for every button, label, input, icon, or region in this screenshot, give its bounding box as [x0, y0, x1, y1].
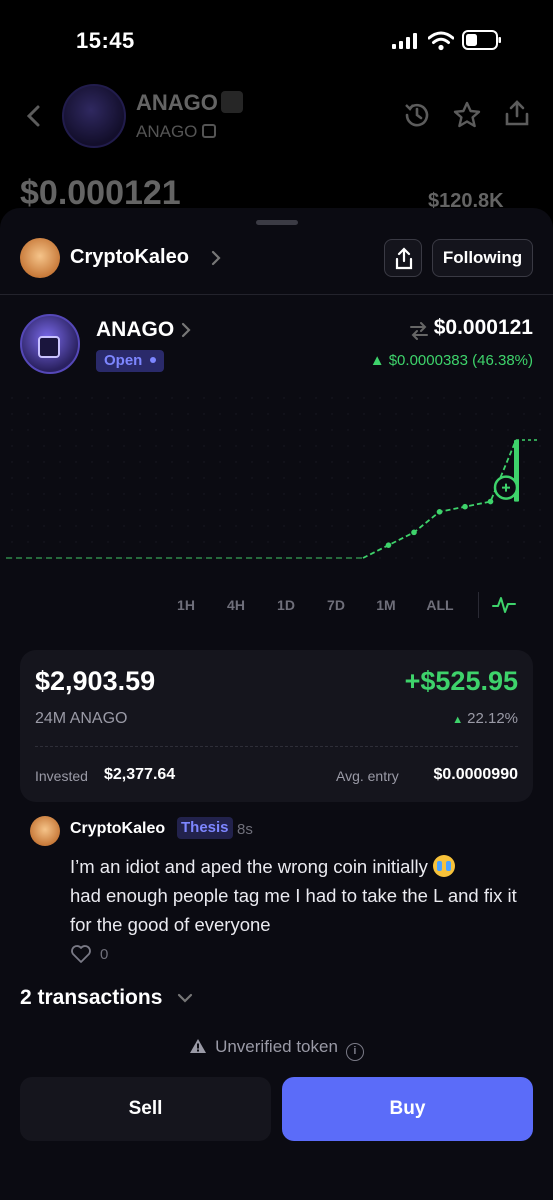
range-1d[interactable]: 1D: [268, 590, 304, 620]
following-button[interactable]: Following: [432, 239, 533, 277]
background-token-header: ANAGO ANAGO $0.000121 $120.8K: [0, 80, 553, 212]
comment-text: I’m an idiot and aped the wrong coin ini…: [70, 855, 517, 935]
position-pnl: +$525.95: [404, 666, 518, 696]
token-ticker: ANAGO: [136, 122, 198, 141]
wifi-icon: [428, 31, 454, 51]
sheet-handle[interactable]: [256, 220, 298, 225]
range-7d[interactable]: 7D: [318, 590, 354, 620]
token-avatar: [62, 84, 126, 148]
token-avatar[interactable]: [20, 314, 80, 374]
unverified-label: Unverified token: [215, 1037, 338, 1056]
token-badge-icon: [221, 91, 243, 113]
time-range-selector: 1H 4H 1D 7D 1M ALL: [168, 590, 538, 620]
transactions-label: 2 transactions: [20, 986, 163, 1009]
battery-icon: [462, 30, 501, 50]
poster-name[interactable]: CryptoKaleo: [70, 246, 189, 269]
chart-point: [462, 503, 468, 510]
history-icon[interactable]: [402, 100, 432, 130]
divider: [0, 294, 553, 295]
position-value: $2,903.59: [35, 666, 156, 696]
chart-type-icon[interactable]: [492, 594, 516, 616]
price-chart[interactable]: [0, 388, 553, 588]
comment-time: 8s: [237, 821, 253, 838]
chart-grid: [11, 397, 541, 559]
unverified-notice: Unverified token i: [0, 1037, 553, 1061]
invested-label: Invested: [35, 768, 88, 784]
share-icon[interactable]: [502, 98, 532, 128]
share-icon: [395, 247, 413, 270]
divider: [35, 746, 518, 747]
position-sheet: CryptoKaleo Following ANAGO Open $0.0001…: [0, 208, 553, 1200]
buy-button[interactable]: Buy: [282, 1077, 533, 1141]
status-bar: 15:45: [0, 0, 553, 80]
token-name[interactable]: ANAGO: [96, 318, 174, 342]
position-quantity: 24M ANAGO: [35, 710, 128, 727]
like-count: 0: [100, 946, 109, 963]
range-4h[interactable]: 4H: [218, 590, 254, 620]
range-1m[interactable]: 1M: [368, 590, 404, 620]
thesis-comment: CryptoKaleo Thesis 8s I’m an idiot and a…: [30, 816, 530, 966]
arrow-up-icon: ▲: [452, 714, 464, 726]
token-price: $0.000121: [433, 316, 533, 339]
back-chevron-icon[interactable]: [24, 104, 44, 128]
comment-author[interactable]: CryptoKaleo: [70, 820, 165, 838]
warning-icon: [190, 1039, 207, 1053]
range-1h[interactable]: 1H: [168, 590, 204, 620]
status-badge: Open: [96, 350, 165, 372]
position-pnl-percent: ▲ 22.12%: [452, 710, 518, 727]
heart-icon[interactable]: [70, 944, 92, 964]
chart-point: [411, 529, 417, 536]
sell-button[interactable]: Sell: [20, 1077, 271, 1141]
star-icon[interactable]: [452, 100, 482, 130]
cellular-signal-icon: [392, 33, 417, 49]
chevron-right-icon: [211, 250, 221, 266]
info-icon[interactable]: i: [345, 1043, 364, 1061]
avg-entry-value: $0.0000990: [433, 766, 518, 783]
author-avatar[interactable]: [30, 816, 60, 846]
chart-point: [487, 498, 494, 505]
poster-row: CryptoKaleo Following: [20, 236, 533, 280]
avg-entry-label: Avg. entry: [336, 768, 399, 784]
thesis-badge: Thesis: [177, 817, 233, 839]
share-button[interactable]: [384, 239, 422, 277]
transactions-toggle[interactable]: 2 transactions: [20, 986, 193, 1014]
poster-avatar[interactable]: [20, 238, 60, 278]
chart-point: [385, 542, 392, 548]
token-name: ANAGO: [136, 90, 218, 115]
status-time: 15:45: [76, 28, 135, 53]
chart-line-rise: [362, 439, 517, 559]
chart-point: [436, 509, 443, 515]
crying-emoji-icon: [433, 855, 456, 877]
position-card: $2,903.59 +$525.95 24M ANAGO ▲ 22.12% Inv…: [20, 650, 533, 802]
token-row: ANAGO Open $0.000121 ▲ $0.0000383 (46.38…: [20, 314, 533, 378]
copy-icon[interactable]: [202, 124, 216, 138]
range-all[interactable]: ALL: [422, 590, 458, 620]
chevron-right-icon: [181, 322, 191, 338]
price-change: ▲ $0.0000383 (46.38%): [369, 352, 533, 369]
swap-arrows-icon[interactable]: [409, 322, 429, 340]
invested-value: $2,377.64: [104, 766, 176, 783]
divider: [478, 592, 479, 618]
chevron-down-icon: [177, 993, 193, 1003]
